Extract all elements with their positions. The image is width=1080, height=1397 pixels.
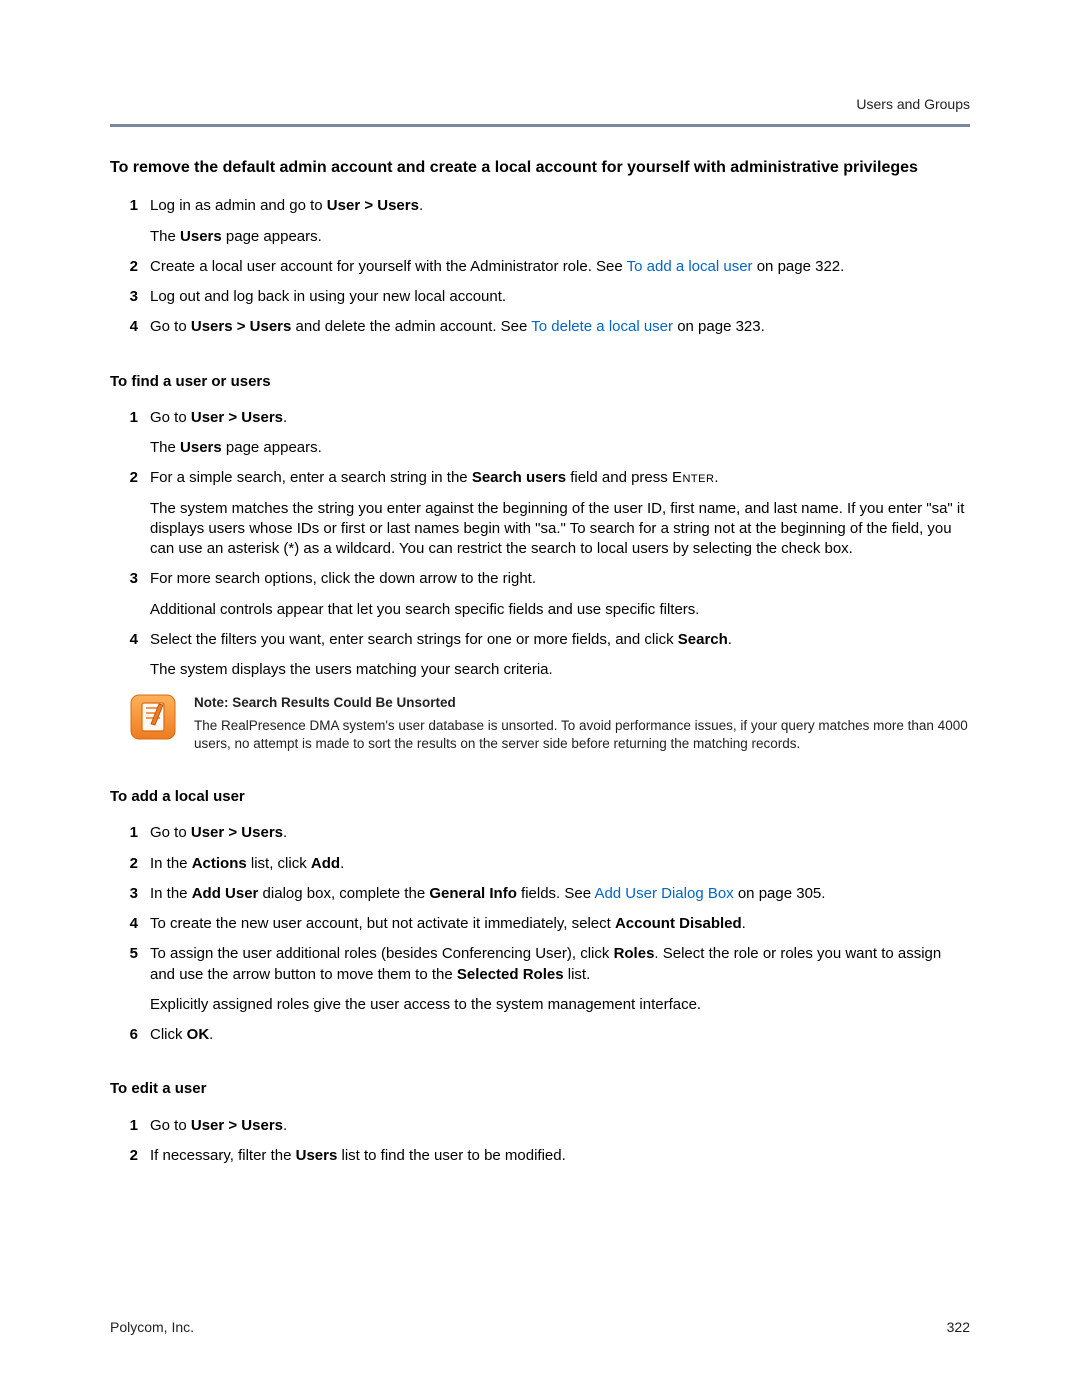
step-body: For more search options, click the down … — [150, 569, 970, 620]
step-number: 2 — [110, 257, 150, 277]
note-body: The RealPresence DMA system's user datab… — [194, 718, 968, 751]
step-body: Click OK. — [150, 1025, 970, 1045]
section-title-remove-admin: To remove the default admin account and … — [110, 157, 970, 179]
step-number: 4 — [110, 914, 150, 934]
document-page: Users and Groups To remove the default a… — [0, 0, 1080, 1397]
footer-company: Polycom, Inc. — [110, 1318, 194, 1337]
step-body: To assign the user additional roles (bes… — [150, 944, 970, 1015]
step-number: 2 — [110, 468, 150, 488]
link-to-delete-local-user[interactable]: To delete a local user — [531, 318, 673, 335]
header-section-label: Users and Groups — [110, 95, 970, 114]
note-icon — [130, 694, 178, 740]
step-body: Select the filters you want, enter searc… — [150, 630, 970, 681]
step-body: Go to User > Users. The Users page appea… — [150, 408, 970, 459]
step-number: 1 — [110, 196, 150, 216]
step-number: 1 — [110, 823, 150, 843]
step-number: 1 — [110, 408, 150, 428]
step-number: 6 — [110, 1025, 150, 1045]
link-add-user-dialog-box[interactable]: Add User Dialog Box — [594, 885, 733, 902]
note-text: Note: Search Results Could Be Unsorted T… — [194, 694, 970, 753]
step-body: To create the new user account, but not … — [150, 914, 970, 934]
step-number: 2 — [110, 1146, 150, 1166]
step-body: Go to User > Users. — [150, 823, 970, 843]
step-body: Create a local user account for yourself… — [150, 257, 970, 277]
step-body: In the Add User dialog box, complete the… — [150, 884, 970, 904]
step-number: 1 — [110, 1116, 150, 1136]
step-number: 5 — [110, 944, 150, 964]
step-body: Go to User > Users. — [150, 1116, 970, 1136]
link-to-add-local-user[interactable]: To add a local user — [627, 258, 753, 275]
step-number: 3 — [110, 287, 150, 307]
section-title-find-user: To find a user or users — [110, 372, 970, 392]
steps-add-local-user: 1 Go to User > Users. 2 In the Actions l… — [110, 823, 970, 1045]
steps-remove-admin: 1 Log in as admin and go to User > Users… — [110, 196, 970, 337]
header-divider — [110, 124, 970, 127]
step-body: Go to Users > Users and delete the admin… — [150, 317, 970, 337]
page-footer: Polycom, Inc. 322 — [110, 1318, 970, 1337]
step-body: If necessary, filter the Users list to f… — [150, 1146, 970, 1166]
steps-edit-user: 1 Go to User > Users. 2 If necessary, fi… — [110, 1116, 970, 1167]
steps-find-user: 1 Go to User > Users. The Users page app… — [110, 408, 970, 681]
step-body: For a simple search, enter a search stri… — [150, 468, 970, 559]
note-title: Note: Search Results Could Be Unsorted — [194, 694, 970, 712]
step-number: 2 — [110, 854, 150, 874]
step-body: Log in as admin and go to User > Users. … — [150, 196, 970, 247]
note-block: Note: Search Results Could Be Unsorted T… — [110, 694, 970, 753]
section-title-add-local-user: To add a local user — [110, 787, 970, 807]
step-body: In the Actions list, click Add. — [150, 854, 970, 874]
section-title-edit-user: To edit a user — [110, 1079, 970, 1099]
step-number: 3 — [110, 884, 150, 904]
step-number: 4 — [110, 630, 150, 650]
footer-page-number: 322 — [947, 1318, 970, 1337]
step-number: 3 — [110, 569, 150, 589]
step-number: 4 — [110, 317, 150, 337]
step-body: Log out and log back in using your new l… — [150, 287, 970, 307]
